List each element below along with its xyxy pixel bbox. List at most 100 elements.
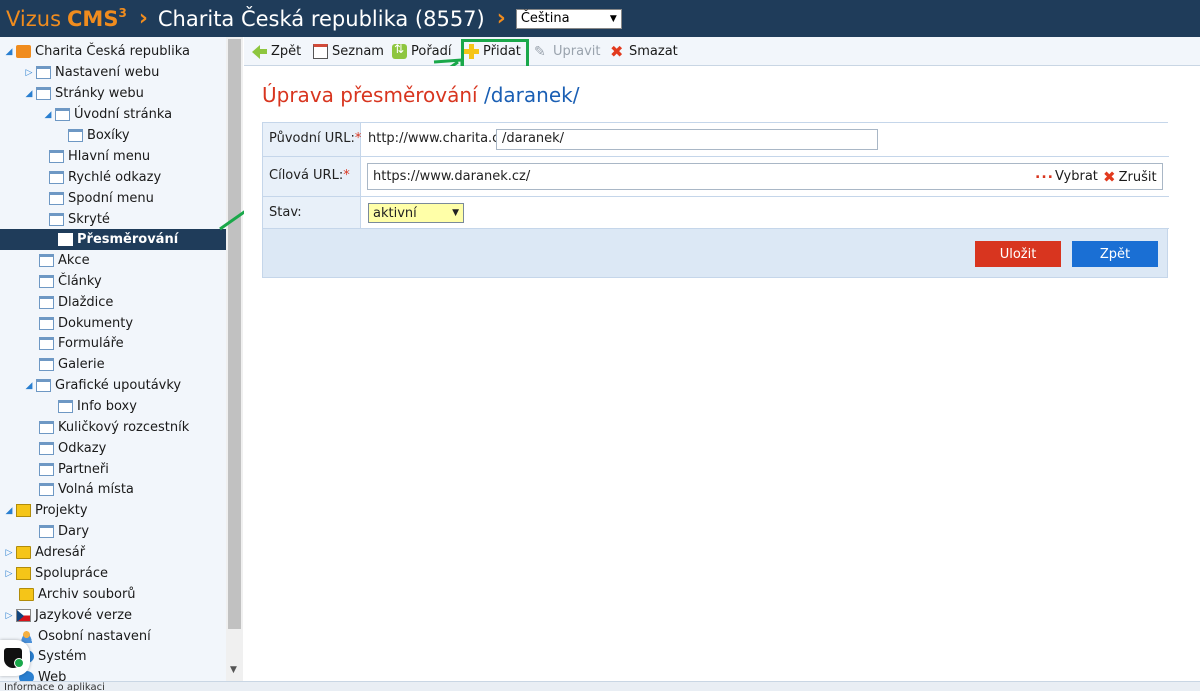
tree-item-info-boxy[interactable]: Info boxy <box>58 396 226 417</box>
tree-item-label: Rychlé odkazy <box>68 170 162 185</box>
required-mark: * <box>343 168 350 183</box>
back-button[interactable]: Zpět <box>1072 241 1158 267</box>
tree-item-label: Partneři <box>58 462 109 477</box>
projects-icon <box>16 504 31 517</box>
more-options-icon[interactable]: ... <box>1035 166 1054 182</box>
cancel-link-label: Zrušit <box>1118 169 1157 185</box>
expand-icon[interactable]: ◢ <box>4 47 14 57</box>
state-label: Stav: <box>263 197 361 228</box>
tree-item-label: Skryté <box>68 212 110 227</box>
tree-item-skryte[interactable]: Skryté <box>49 209 226 230</box>
page-icon <box>58 233 73 246</box>
tree-item-rychle-odkazy[interactable]: Rychlé odkazy <box>49 167 226 188</box>
chevron-down-icon: ▼ <box>452 208 459 218</box>
expand-icon[interactable]: ▷ <box>4 548 14 558</box>
tree-item-label: Web <box>38 670 67 681</box>
state-label-text: Stav: <box>269 205 302 220</box>
list-toolbar-button[interactable]: Seznam <box>313 37 384 66</box>
tree-item-charita[interactable]: ◢ Charita Česká republika <box>4 41 230 62</box>
tree-item-osobni-nastaveni[interactable]: Osobní nastavení <box>19 626 226 647</box>
choose-link-label: Vybrat <box>1055 169 1098 184</box>
source-url-input[interactable]: /daranek/ <box>496 129 878 150</box>
cancel-link[interactable]: ✖ Zrušit <box>1103 168 1157 186</box>
tree-item-label: Dokumenty <box>58 316 134 331</box>
tree-item-presmerovani[interactable]: Přesměrování <box>0 229 226 250</box>
expand-icon[interactable]: ▷ <box>24 68 34 78</box>
form-row-source-url: Původní URL:* http://www.charita.cz /dar… <box>263 123 1169 157</box>
tree-item-clanky[interactable]: Články <box>39 271 226 292</box>
tree-item-dokumenty[interactable]: Dokumenty <box>39 313 226 334</box>
tree-item-jazykove-verze[interactable]: ▷ Jazykové verze <box>4 605 230 626</box>
page-icon <box>39 296 54 309</box>
tree-item-label: Adresář <box>35 545 86 560</box>
expand-icon[interactable]: ▷ <box>4 611 14 621</box>
tree-item-akce[interactable]: Akce <box>39 250 226 271</box>
tree-item-label: Dary <box>58 524 90 539</box>
projects-icon <box>16 567 31 580</box>
expand-icon[interactable]: ◢ <box>4 506 14 516</box>
expand-icon[interactable]: ◢ <box>24 381 34 391</box>
security-shield-badge[interactable] <box>0 640 30 676</box>
tree-item-formulare[interactable]: Formuláře <box>39 333 226 354</box>
tree-item-galerie[interactable]: Galerie <box>39 354 226 375</box>
app-header: Vizus CMS 3 › Charita Česká republika (85… <box>0 0 1200 37</box>
tree-item-hlavni-menu[interactable]: Hlavní menu <box>49 146 226 167</box>
choose-link[interactable]: Vybrat <box>1055 169 1098 184</box>
delete-toolbar-button[interactable]: ✖ Smazat <box>610 37 678 66</box>
tree-item-archiv-souboru[interactable]: Archiv souborů <box>19 584 226 605</box>
tree-item-stranky-webu[interactable]: ◢ Stránky webu <box>24 83 242 104</box>
tree-item-system[interactable]: Systém <box>19 646 226 667</box>
order-icon <box>392 42 407 59</box>
app-info-bar[interactable]: Informace o aplikaci <box>0 681 1200 691</box>
tree-item-dary[interactable]: Dary <box>39 521 226 542</box>
tree-item-adresar[interactable]: ▷ Adresář <box>4 542 230 563</box>
page-icon <box>39 337 54 350</box>
tree-item-projekty[interactable]: ◢ Projekty <box>4 500 230 521</box>
tree-item-kulickovy-rozcestnik[interactable]: Kuličkový rozcestník <box>39 417 226 438</box>
page-icon <box>39 421 54 434</box>
page-icon <box>39 442 54 455</box>
tree-item-spodni-menu[interactable]: Spodní menu <box>49 188 226 209</box>
brand-logo[interactable]: Vizus CMS 3 <box>6 5 127 31</box>
tree-item-spoluprace[interactable]: ▷ Spolupráce <box>4 563 230 584</box>
status-dot-icon <box>14 658 24 668</box>
brand-version: 3 <box>118 5 127 20</box>
tree-item-volna-mista[interactable]: Volná místa <box>39 479 226 500</box>
tree-item-odkazy[interactable]: Odkazy <box>39 438 226 459</box>
sidebar-scrollbar[interactable]: ▼ <box>226 37 243 681</box>
tree-item-uvodni-stranka[interactable]: ◢ Úvodní stránka <box>43 104 242 125</box>
chevron-right-icon: › <box>496 6 506 31</box>
brand-name: Vizus <box>6 6 62 31</box>
tree-item-web[interactable]: Web <box>19 667 226 681</box>
pencil-icon: ✎ <box>534 44 546 60</box>
save-button[interactable]: Uložit <box>975 241 1061 267</box>
back-toolbar-button[interactable]: Zpět <box>252 37 301 66</box>
tree-item-dlazdice[interactable]: Dlaždice <box>39 292 226 313</box>
source-url-label: Původní URL:* <box>263 123 361 156</box>
tree-item-label: Grafické upoutávky <box>55 378 182 393</box>
site-title: Charita Česká republika (8557) <box>157 6 485 31</box>
page-icon <box>36 66 51 79</box>
expand-icon[interactable]: ▷ <box>4 569 14 579</box>
tree-item-partneri[interactable]: Partneři <box>39 459 226 480</box>
language-select[interactable]: Čeština ▼ <box>515 8 622 29</box>
tree-item-label: Volná místa <box>58 482 134 497</box>
tree-item-label: Nastavení webu <box>55 65 160 80</box>
scrollbar-thumb[interactable] <box>228 39 241 629</box>
page-icon <box>55 108 70 121</box>
tree-item-graficke-upoutavky[interactable]: ◢ Grafické upoutávky <box>24 375 242 396</box>
list-toolbar-label: Seznam <box>332 44 384 59</box>
app-info-link[interactable]: Informace o aplikaci <box>4 682 105 691</box>
expand-icon[interactable]: ◢ <box>43 110 53 120</box>
edit-toolbar-button[interactable]: ✎ Upravit <box>534 37 600 66</box>
back-toolbar-label: Zpět <box>271 44 302 59</box>
expand-icon[interactable]: ◢ <box>24 89 34 99</box>
tree-item-nastaveni-webu[interactable]: ▷ Nastavení webu <box>24 62 242 83</box>
target-url-value: https://www.daranek.cz/ <box>373 169 531 184</box>
tree-item-boxiky[interactable]: Boxíky <box>68 125 226 146</box>
state-select[interactable]: aktivní ▼ <box>368 203 464 223</box>
order-toolbar-button[interactable]: Pořadí <box>392 37 452 66</box>
sidebar-tree: ◢ Charita Česká republika ▷ Nastavení we… <box>0 37 243 681</box>
chevron-right-icon: › <box>138 6 148 31</box>
scroll-down-icon[interactable]: ▼ <box>230 665 237 675</box>
